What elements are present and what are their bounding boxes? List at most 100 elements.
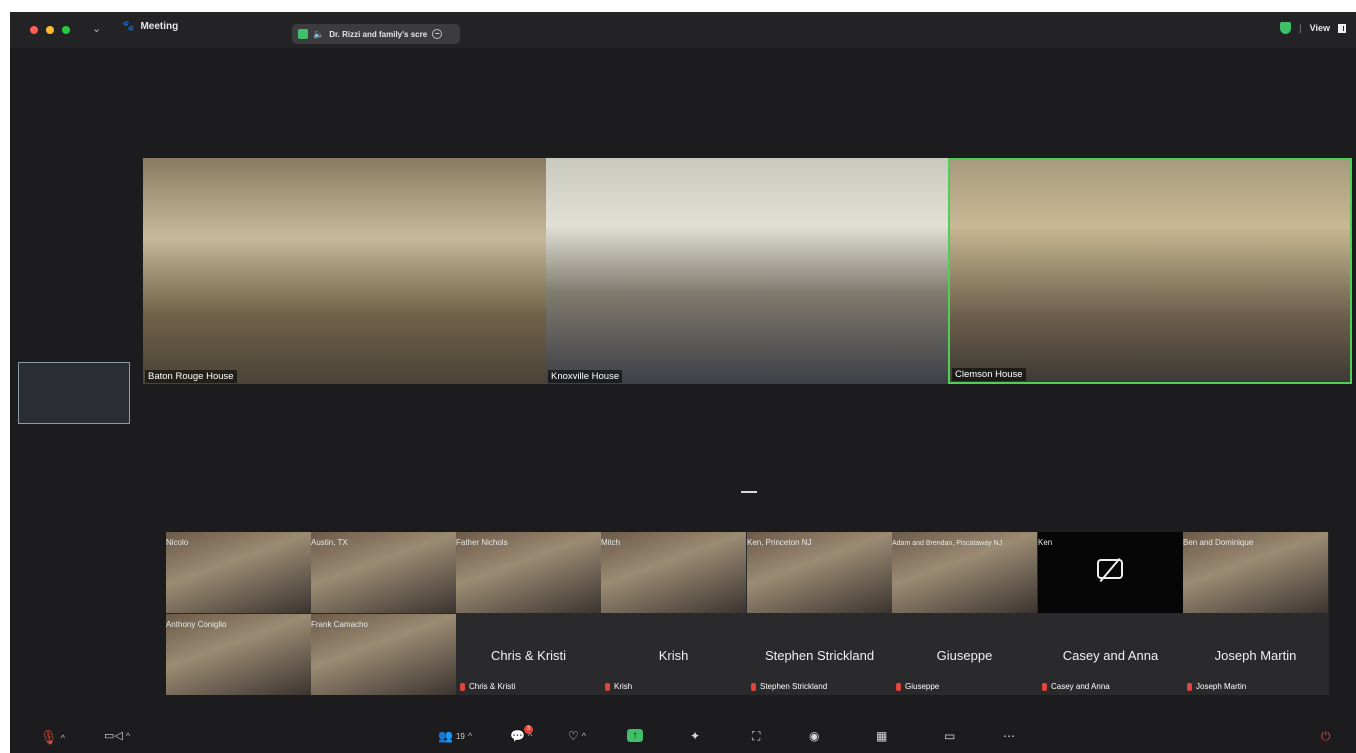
caret-up-icon[interactable]: ^ [468, 731, 472, 741]
whiteboard-button[interactable]: ▭ [944, 729, 955, 743]
heart-icon: ♡ [568, 729, 579, 743]
participant-display-name: Casey and Anna [1062, 648, 1159, 663]
participant-tile[interactable]: Chris & Kristi Chris & Kristi [456, 614, 601, 695]
participant-name-label: Chris & Kristi [460, 682, 515, 691]
zoom-window: ⌄ 🐾 Meeting 🔈 Dr. Rizzi and family's scr… [10, 12, 1356, 753]
more-button[interactable]: ⋯ [1003, 729, 1015, 743]
meeting-label: Meeting [140, 21, 179, 32]
meeting-toolbar: 🎙 ^ ▭◁ ^ 👥 19 ^ 💬 3 ^ ♡ ^ ↑ ✦ ⛶ ◉ ▦ ▭ ⋯ ⏻ [10, 725, 1356, 753]
participants-icon: 👥 [438, 729, 453, 743]
participant-name-label: Krish [605, 682, 632, 691]
video-tile-knoxville-house[interactable]: Knoxville House [546, 158, 948, 384]
screen-share-indicator[interactable]: 🔈 Dr. Rizzi and family's scre − [292, 24, 460, 44]
shield-icon[interactable] [1280, 22, 1292, 34]
video-camera-icon: ▭◁ [104, 730, 123, 742]
ai-companion-button[interactable]: ✦ [690, 729, 700, 743]
participant-display-name: Chris & Kristi [490, 648, 567, 663]
tile-name-label: Knoxville House [548, 370, 623, 383]
participant-tile[interactable]: Father Nichols [456, 532, 601, 613]
participant-name: Frank Camacho [311, 620, 368, 629]
participant-strip: Nicolo Austin, TX Father Nichols Mitch K… [166, 532, 1329, 695]
participant-name: Austin, TX [311, 538, 348, 547]
participant-tile[interactable]: Ken, Princeton NJ [747, 532, 892, 613]
chevron-down-icon[interactable]: ⌄ [92, 22, 101, 35]
camera-off-icon [1097, 559, 1123, 579]
participant-name: Stephen Strickland [760, 682, 828, 691]
participant-tile[interactable]: Casey and Anna Casey and Anna [1038, 614, 1183, 695]
divider: | [1299, 23, 1302, 33]
more-icon: ⋯ [1003, 729, 1015, 743]
video-tile-baton-rouge-house[interactable]: Baton Rouge House [143, 158, 546, 384]
layout-button[interactable]: ▦ [876, 729, 887, 743]
mute-button[interactable]: 🎙 ^ [40, 729, 65, 746]
participant-display-name: Krish [658, 648, 689, 663]
participant-name: Casey and Anna [1051, 682, 1110, 691]
mic-muted-icon [751, 682, 756, 691]
grid-icon: ▦ [876, 729, 888, 743]
caret-up-icon[interactable]: ^ [126, 731, 130, 741]
video-tile-clemson-house[interactable]: Clemson House [948, 158, 1352, 384]
apps-icon: ⛶ [752, 729, 761, 743]
share-pill-text: Dr. Rizzi and family's scre [329, 29, 428, 39]
participant-tile[interactable]: Joseph Martin Joseph Martin [1183, 614, 1328, 695]
leave-button[interactable]: ⏻ [1321, 729, 1331, 744]
participant-name-label: Joseph Martin [1187, 682, 1246, 691]
participant-tile[interactable]: Giuseppe Giuseppe [892, 614, 1037, 695]
video-button[interactable]: ▭◁ ^ [104, 729, 130, 742]
mic-muted-icon [1187, 682, 1192, 691]
participant-name-label: Stephen Strickland [751, 682, 827, 691]
participant-tile[interactable]: Anthony Coniglio [166, 614, 311, 695]
participant-tile[interactable]: Frank Camacho [311, 614, 456, 695]
mic-muted-icon: 🎙 [40, 729, 58, 745]
title-bar: ⌄ 🐾 Meeting 🔈 Dr. Rizzi and family's scr… [10, 12, 1356, 48]
caret-up-icon[interactable]: ^ [582, 731, 586, 741]
caret-up-icon[interactable]: ^ [61, 733, 65, 743]
self-preview-thumbnail[interactable] [18, 362, 130, 424]
participant-display-name: Stephen Strickland [764, 648, 875, 663]
view-grid-icon [1338, 23, 1346, 33]
whiteboard-icon: ▭ [944, 729, 956, 743]
participant-tile[interactable]: Austin, TX [311, 532, 456, 613]
participant-tile[interactable]: Mitch [601, 532, 746, 613]
mic-muted-icon [896, 682, 901, 691]
close-window-button[interactable] [30, 26, 38, 34]
reactions-button[interactable]: ♡ ^ [568, 729, 586, 743]
participant-tile[interactable]: Nicolo [166, 532, 311, 613]
participants-count: 19 [455, 731, 465, 741]
participant-tile[interactable]: Stephen Strickland Stephen Strickland [747, 614, 892, 695]
tile-name-label: Clemson House [952, 368, 1026, 381]
view-menu[interactable]: | View [1280, 22, 1346, 34]
participant-name: Giuseppe [905, 682, 940, 691]
share-screen-button[interactable]: ↑ [627, 729, 643, 742]
record-icon: ◉ [809, 729, 820, 743]
share-screen-icon: ↑ [627, 729, 643, 742]
participant-display-name: Joseph Martin [1214, 648, 1297, 663]
chat-button[interactable]: 💬 3 ^ [510, 725, 533, 743]
tile-name-label: Baton Rouge House [145, 370, 237, 383]
maximize-window-button[interactable] [62, 26, 70, 34]
meeting-menu[interactable]: 🐾 Meeting [122, 21, 178, 32]
participant-tile[interactable]: Ben and Dominique [1183, 532, 1328, 613]
participant-name: Adam and Brendan, Piscataway NJ [892, 540, 1003, 547]
chat-icon: 💬 [510, 729, 525, 743]
participant-tile[interactable]: Adam and Brendan, Piscataway NJ [892, 532, 1037, 613]
participant-name: Krish [614, 682, 633, 691]
resize-handle[interactable] [741, 491, 757, 493]
leave-icon: ⏻ [1321, 729, 1331, 743]
participant-tile[interactable]: Krish Krish [601, 614, 746, 695]
participant-name-label: Casey and Anna [1042, 682, 1110, 691]
record-button[interactable]: ◉ [809, 729, 819, 743]
minus-circle-icon[interactable]: − [432, 29, 443, 39]
minimize-window-button[interactable] [46, 26, 54, 34]
screen-share-icon [298, 29, 308, 39]
participant-tile[interactable]: Ken [1038, 532, 1183, 613]
participant-name: Nicolo [166, 538, 189, 547]
chat-badge: 3 [524, 725, 533, 734]
participant-name: Father Nichols [456, 538, 508, 547]
participants-button[interactable]: 👥 19 ^ [438, 729, 472, 743]
participant-name: Chris & Kristi [469, 682, 516, 691]
apps-button[interactable]: ⛶ [752, 729, 760, 744]
sparkle-icon: ✦ [690, 729, 701, 743]
participant-name-label: Giuseppe [896, 682, 939, 691]
participant-name: Ben and Dominique [1183, 538, 1254, 547]
